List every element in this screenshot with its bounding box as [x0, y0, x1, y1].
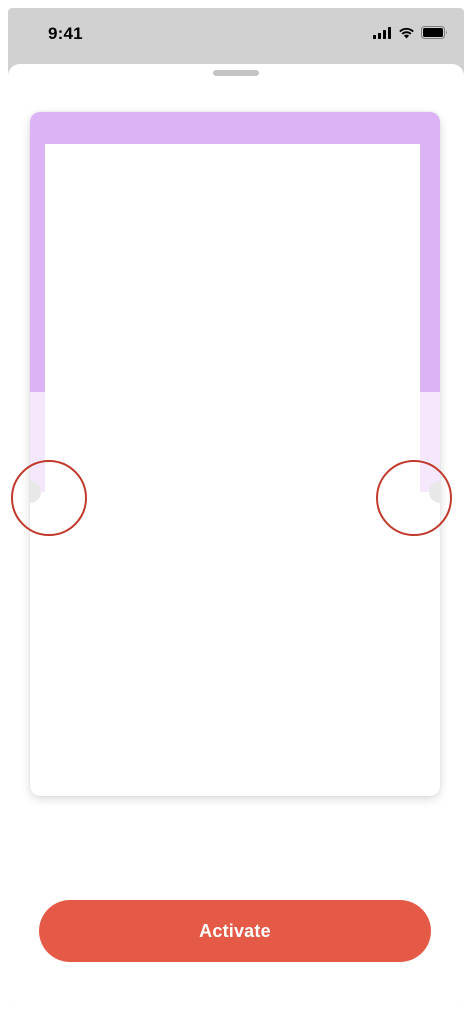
card-notch-right [429, 481, 440, 503]
device-frame: 9:41 Activate [8, 8, 464, 1002]
wifi-icon [399, 27, 414, 38]
status-icons [373, 26, 448, 39]
card-content-area [45, 144, 420, 796]
battery-icon [421, 26, 447, 39]
bottom-sheet: Activate [8, 64, 464, 1002]
activate-button[interactable]: Activate [39, 900, 431, 962]
sheet-grabber[interactable] [213, 70, 259, 76]
status-time: 9:41 [48, 24, 83, 43]
status-bar: 9:41 [8, 8, 464, 64]
cellular-signal-icon [373, 26, 391, 39]
ticket-card [30, 112, 440, 796]
